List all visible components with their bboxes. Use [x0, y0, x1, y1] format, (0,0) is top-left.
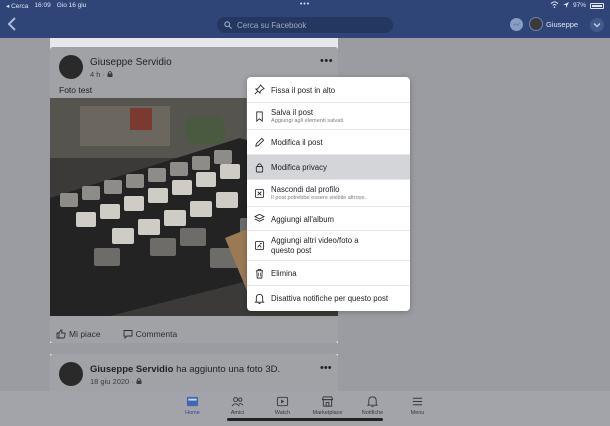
post-actions-bar: Mi piace Commenta — [50, 325, 338, 343]
post-more-options-button[interactable]: ••• — [320, 362, 332, 374]
tab-label: Marketplace — [312, 410, 343, 416]
header-user-name[interactable]: Giuseppe — [546, 20, 578, 29]
tab-label: Menu — [410, 410, 425, 416]
menu-item-sublabel: Il post potrebbe essere visibile altrove… — [271, 195, 367, 201]
privacy-lock-icon — [136, 377, 142, 386]
bell-off-icon — [254, 293, 265, 304]
tab-home[interactable]: Home — [170, 391, 215, 426]
feed-background — [50, 343, 338, 354]
menu-item-add-to-album[interactable]: Aggiungi all'album — [247, 207, 410, 231]
menu-item-label: Nascondi dal profilo — [271, 185, 340, 194]
tab-label: Notifiche — [361, 410, 384, 416]
battery-percent: 97% — [572, 2, 586, 9]
multitask-dots[interactable]: ••• — [300, 1, 310, 8]
post-more-options-button[interactable]: ••• — [320, 55, 333, 67]
feed-background — [0, 38, 50, 391]
watch-icon — [276, 396, 289, 407]
search-bar[interactable] — [217, 17, 393, 33]
post-author-name[interactable]: Giuseppe Servidio — [90, 57, 172, 68]
tab-menu[interactable]: Menu — [395, 391, 440, 426]
menu-item-edit-privacy[interactable]: Modifica privacy — [247, 155, 410, 180]
menu-item-label: Fissa il post in alto — [271, 86, 336, 95]
location-icon — [562, 1, 569, 10]
post-text: Foto test — [59, 85, 93, 95]
status-time: 16:09 — [34, 1, 51, 9]
add-media-icon — [254, 240, 265, 251]
privacy-lock-icon — [107, 70, 113, 79]
back-to-app-label[interactable]: ◂ Cerca — [6, 2, 28, 10]
menu-item-pin-post[interactable]: Fissa il post in alto — [247, 77, 410, 103]
menu-item-label: Salva il post — [271, 108, 314, 117]
post-time: 4 h · — [90, 70, 106, 79]
user-avatar[interactable] — [529, 17, 543, 31]
menu-item-label: Elimina — [271, 269, 297, 278]
menu-item-label: Disattiva notifiche per questo post — [271, 294, 389, 303]
album-icon — [254, 213, 265, 222]
post-author-avatar[interactable] — [59, 362, 83, 386]
menu-item-add-media[interactable]: Aggiungi altri video/foto a questo post — [247, 231, 410, 261]
pin-icon — [254, 84, 265, 95]
trash-icon — [255, 268, 264, 279]
post-date: 18 giu 2020 · — [90, 377, 134, 386]
post-author-avatar[interactable] — [59, 55, 83, 79]
menu-item-label: Modifica privacy — [271, 163, 327, 172]
menu-item-edit-post[interactable]: Modifica il post — [247, 130, 410, 155]
menu-item-mute-notifications[interactable]: Disattiva notifiche per questo post — [247, 286, 410, 311]
post-options-menu: Fissa il post in alto Salva il post Aggi… — [247, 77, 410, 311]
status-date: Gio 16 giu — [56, 1, 87, 9]
menu-item-label-continued: questo post — [271, 246, 312, 255]
hide-icon — [254, 188, 265, 199]
home-indicator — [227, 418, 383, 421]
bookmark-icon — [256, 111, 263, 122]
bell-icon — [366, 396, 379, 408]
comment-icon — [123, 330, 133, 339]
comment-label: Commenta — [135, 329, 178, 339]
menu-item-hide-from-profile[interactable]: Nascondi dal profilo Il post potrebbe es… — [247, 180, 410, 207]
messenger-icon[interactable] — [510, 18, 523, 31]
tab-label: Watch — [274, 410, 291, 416]
wifi-icon — [550, 1, 559, 10]
menu-item-label: Aggiungi altri video/foto a — [271, 236, 359, 245]
back-chevron-icon[interactable] — [6, 16, 20, 32]
menu-item-delete[interactable]: Elimina — [247, 261, 410, 286]
menu-item-save-post[interactable]: Salva il post Aggiungi agli elementi sal… — [247, 103, 410, 130]
search-input[interactable] — [237, 20, 377, 30]
like-label: Mi piace — [69, 329, 101, 339]
post-card: Giuseppe Servidio ha aggiunto una foto 3… — [50, 354, 338, 391]
tab-label: Amici — [230, 410, 245, 416]
search-icon — [224, 16, 232, 34]
menu-item-label: Aggiungi all'album — [271, 215, 335, 224]
post-headline: Giuseppe Servidio ha aggiunto una foto 3… — [90, 364, 280, 375]
account-chevron-down-icon[interactable] — [590, 18, 604, 32]
friends-icon — [231, 397, 244, 407]
lock-icon — [255, 163, 264, 173]
marketplace-icon — [321, 396, 334, 407]
comment-button[interactable]: Commenta — [123, 329, 178, 339]
post-action-text: ha aggiunto una foto 3D. — [176, 364, 281, 375]
post-meta: 4 h · — [90, 70, 113, 79]
pencil-icon — [255, 137, 265, 147]
battery-icon — [590, 2, 604, 9]
tab-label: Home — [185, 410, 200, 416]
top-header: Giuseppe — [0, 11, 610, 38]
post-author-name[interactable]: Giuseppe Servidio — [90, 364, 173, 375]
home-icon — [186, 396, 199, 407]
like-button[interactable]: Mi piace — [56, 329, 101, 339]
menu-item-sublabel: Aggiungi agli elementi salvati. — [271, 118, 345, 124]
menu-icon — [412, 397, 423, 406]
thumbs-up-icon — [56, 329, 66, 339]
status-bar: ◂ Cerca 16:09 Gio 16 giu ••• 97% — [0, 0, 610, 11]
post-meta: 18 giu 2020 · — [90, 377, 142, 386]
menu-item-label: Modifica il post — [271, 138, 323, 147]
